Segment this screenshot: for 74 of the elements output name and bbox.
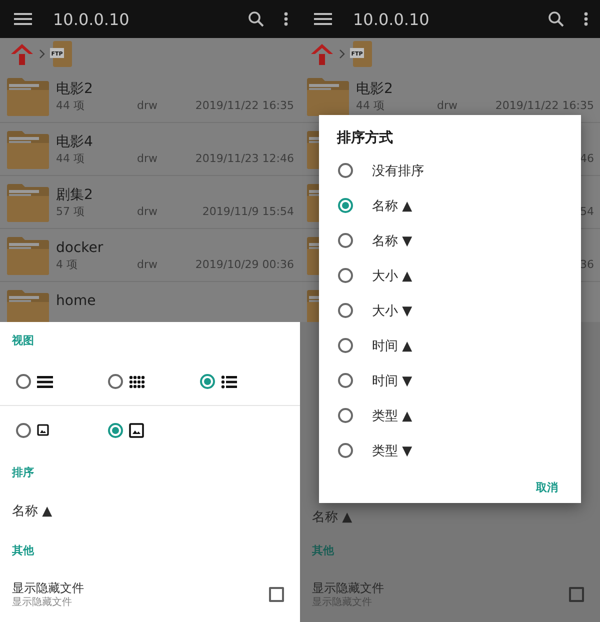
option-label[interactable]: 没有排序	[372, 162, 424, 180]
item-count: 44 项	[56, 152, 86, 166]
app-title: 10.0.0.10	[353, 10, 430, 28]
menu-icon[interactable]	[314, 12, 332, 26]
option-label[interactable]: 大小 ▼	[372, 302, 412, 320]
modified-date: 2019/11/22 16:35	[495, 99, 594, 113]
modified-date: 36	[580, 258, 594, 272]
chevron-icon	[39, 49, 45, 59]
permissions: drw	[137, 205, 159, 219]
checkbox[interactable]	[569, 587, 584, 602]
file-name[interactable]: home	[56, 293, 96, 309]
option-label[interactable]: 时间 ▲	[372, 336, 412, 354]
setting-label: 显示隐藏文件	[12, 580, 84, 596]
permissions: drw	[137, 152, 159, 166]
section-title: 视图	[10, 332, 34, 348]
radio-button[interactable]	[338, 338, 353, 353]
file-name[interactable]: 电影2	[356, 81, 393, 97]
modified-date: 46	[580, 152, 594, 166]
permissions: drw	[137, 258, 159, 272]
search-icon[interactable]	[248, 11, 264, 27]
permissions: drw	[437, 99, 459, 113]
setting-label: 显示隐藏文件	[312, 580, 384, 596]
setting-description: 显示隐藏文件	[12, 596, 72, 609]
radio-button[interactable]	[200, 374, 215, 389]
radio-button[interactable]	[338, 373, 353, 388]
image-icon	[129, 422, 144, 438]
image-icon	[37, 424, 49, 436]
menu-icon[interactable]	[14, 12, 32, 26]
chevron-icon	[339, 49, 345, 59]
radio-button[interactable]	[108, 422, 123, 438]
modified-date: 2019/11/22 16:35	[195, 99, 294, 113]
folder-icon[interactable]	[306, 76, 350, 116]
sort-setting[interactable]: 名称 ▲	[0, 502, 52, 520]
radio-button[interactable]	[338, 303, 353, 318]
item-count: 44 项	[56, 99, 86, 113]
section-title: 其他	[11, 542, 34, 558]
grid-icon	[129, 374, 145, 388]
radio-button[interactable]	[16, 422, 31, 438]
radio-button[interactable]	[338, 443, 353, 458]
more-icon[interactable]	[284, 12, 288, 26]
option-label[interactable]: 类型 ▲	[372, 406, 412, 424]
option-label[interactable]: 大小 ▲	[372, 266, 412, 284]
permissions: drw	[137, 99, 159, 113]
radio-button[interactable]	[338, 408, 353, 423]
checkbox[interactable]	[269, 587, 284, 602]
list-icon	[37, 374, 53, 388]
more-icon[interactable]	[584, 12, 588, 26]
option-label[interactable]: 时间 ▼	[372, 372, 412, 390]
file-name[interactable]: 剧集2	[56, 187, 93, 203]
option-label[interactable]: 名称 ▼	[372, 232, 412, 250]
file-name[interactable]: docker	[56, 240, 104, 256]
file-name[interactable]: 电影2	[56, 81, 93, 97]
section-title: 其他	[311, 542, 334, 558]
app-title: 10.0.0.10	[53, 10, 130, 28]
option-label[interactable]: 类型 ▼	[372, 442, 412, 460]
item-count: 4 项	[56, 258, 78, 272]
search-icon[interactable]	[548, 11, 564, 27]
radio-button[interactable]	[338, 163, 353, 178]
radio-button[interactable]	[108, 374, 123, 389]
radio-button[interactable]	[16, 374, 31, 389]
radio-button[interactable]	[338, 233, 353, 248]
option-label[interactable]: 名称 ▲	[372, 196, 412, 214]
radio-button[interactable]	[338, 268, 353, 283]
radio-button[interactable]	[338, 198, 353, 213]
item-count: 57 项	[56, 205, 86, 219]
modified-date: 2019/10/29 00:36	[195, 258, 294, 272]
section-title: 排序	[10, 464, 34, 480]
list-icon	[221, 374, 237, 388]
item-count: 44 项	[356, 99, 386, 113]
dialog-title: 排序方式	[337, 129, 393, 147]
modified-date: 2019/11/23 12:46	[195, 152, 294, 166]
modified-date: 54	[580, 205, 594, 219]
file-name[interactable]: 电影4	[56, 134, 93, 150]
modified-date: 2019/11/9 15:54	[202, 205, 294, 219]
